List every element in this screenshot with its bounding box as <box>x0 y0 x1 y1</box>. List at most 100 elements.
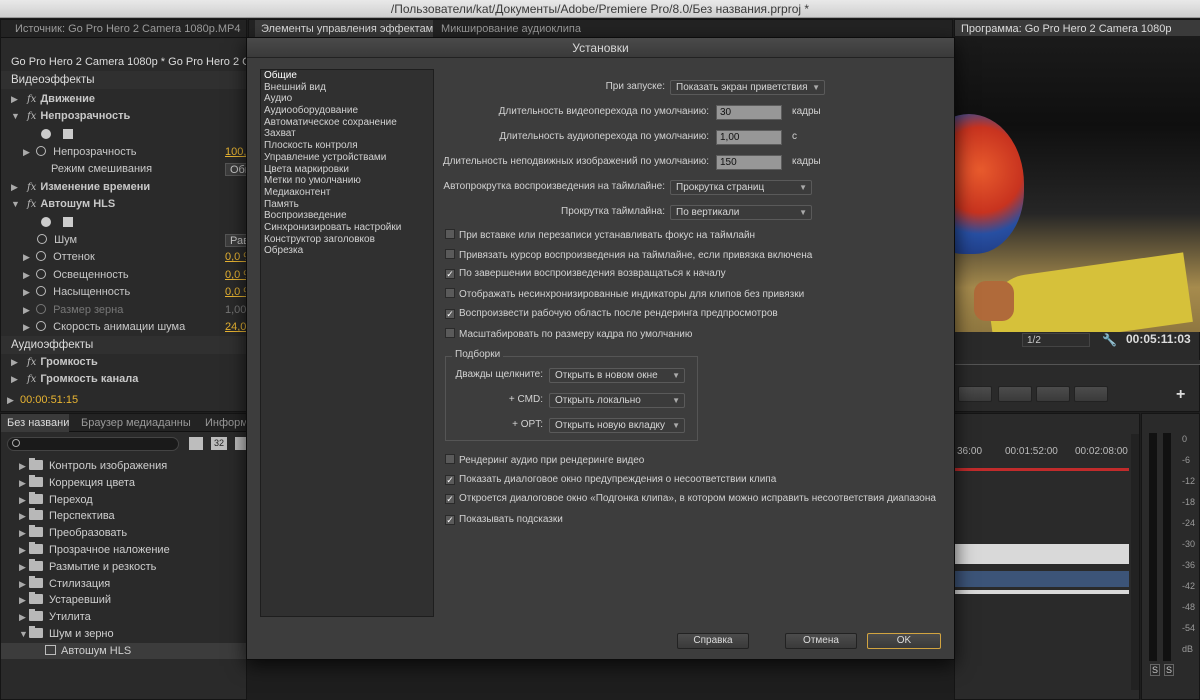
folder-item[interactable]: ▶ Устаревший <box>1 592 247 608</box>
dbl-click-select[interactable]: Открыть в новом окне ▼ <box>549 368 685 383</box>
noise-select[interactable]: Рав <box>225 234 247 247</box>
category-item[interactable]: Аудиооборудование <box>261 105 433 117</box>
scroll-select[interactable]: По вертикали ▼ <box>670 205 812 220</box>
folder-item[interactable]: ▼ Шум и зерно <box>1 626 247 642</box>
expand-icon[interactable]: ▶ <box>11 179 21 196</box>
startup-select[interactable]: Показать экран приветствия ▼ <box>670 80 825 95</box>
expand-icon[interactable]: ▶ <box>23 267 33 284</box>
audio-transition-input[interactable]: 1,00 <box>716 130 782 145</box>
solo-right-button[interactable]: S <box>1164 664 1174 676</box>
fx-icon[interactable]: fx <box>27 199 36 210</box>
effect-item[interactable]: Автошум HLS <box>1 642 247 659</box>
audio-clip[interactable] <box>955 590 1129 594</box>
effect-time-remap[interactable]: ▶ fx Изменение времени <box>1 179 247 196</box>
category-item[interactable]: Память <box>261 199 433 211</box>
category-item[interactable]: Обрезка <box>261 245 433 257</box>
folder-item[interactable]: ▶ Утилита <box>1 609 247 625</box>
add-button-icon[interactable]: + <box>1176 386 1185 404</box>
ok-button[interactable]: OK <box>867 633 941 649</box>
opt-select[interactable]: Открыть новую вкладку ▼ <box>549 418 685 433</box>
folder-item[interactable]: ▶ Размытие и резкость <box>1 558 247 575</box>
category-item[interactable]: Аудио <box>261 93 433 105</box>
checkbox-icon[interactable] <box>445 288 455 298</box>
pref-checkbox[interactable]: При вставке или перезаписи устанавливать… <box>445 229 755 241</box>
stopwatch-icon[interactable] <box>36 146 47 156</box>
folder-item[interactable]: ▶ Контроль изображения <box>1 458 247 474</box>
saturation-value[interactable]: 0,0 % <box>225 284 247 301</box>
tab-info[interactable]: Информ <box>199 414 247 432</box>
expand-icon[interactable]: ▶ <box>23 284 33 301</box>
pref-checkbox[interactable]: ✓ Показывать подсказки <box>445 514 563 526</box>
pref-checkbox[interactable]: ✓ Воспроизвести рабочую область после рен… <box>445 308 778 320</box>
video-transition-input[interactable]: 30 <box>716 105 782 120</box>
pref-checkbox[interactable]: ✓ По завершении воспроизведения возвращат… <box>445 268 726 280</box>
expand-icon[interactable]: ▶ <box>19 592 29 608</box>
folder-item[interactable]: ▶ Перспектива <box>1 508 247 524</box>
hue-value[interactable]: 0,0 % <box>225 249 247 266</box>
effect-hls[interactable]: ▼ fx Автошум HLS <box>1 196 247 213</box>
rect-mask-icon[interactable] <box>63 217 73 227</box>
stopwatch-icon[interactable] <box>36 251 47 261</box>
expand-icon[interactable]: ▶ <box>23 302 33 319</box>
fx-icon[interactable]: fx <box>27 182 36 193</box>
tab-media-browser[interactable]: Браузер медиаданных <box>75 414 191 432</box>
category-item[interactable]: Автоматическое сохранение <box>261 117 433 129</box>
expand-icon[interactable]: ▶ <box>23 144 33 161</box>
timeline-scrollbar[interactable] <box>1131 434 1139 690</box>
stopwatch-icon[interactable] <box>36 286 47 296</box>
cancel-button[interactable]: Отмена <box>785 633 857 649</box>
ec-timecode[interactable]: ▶ 00:00:51:15 <box>1 392 247 409</box>
opacity-value[interactable]: 100,0 <box>225 144 247 161</box>
category-item[interactable]: Метки по умолчанию <box>261 175 433 187</box>
category-item[interactable]: Управление устройствами <box>261 152 433 164</box>
checkmark-icon[interactable]: ✓ <box>445 309 455 319</box>
effect-volume[interactable]: ▶ fx Громкость <box>1 354 247 371</box>
settings-wrench-icon[interactable]: 🔧 <box>1102 333 1117 347</box>
fx-icon[interactable]: fx <box>27 94 36 105</box>
playhead-bar[interactable] <box>954 360 1200 365</box>
category-item[interactable]: Конструктор заголовков <box>261 234 433 246</box>
expand-icon[interactable]: ▶ <box>11 371 21 388</box>
lift-button[interactable] <box>1036 386 1070 402</box>
tab-effect-controls[interactable]: Элементы управления эффектами <box>255 20 433 38</box>
zoom-select[interactable]: 1/2 <box>1022 333 1090 347</box>
pref-checkbox[interactable]: ✓ Показать диалоговое окно предупреждения… <box>445 474 776 486</box>
expand-icon[interactable]: ▶ <box>19 525 29 541</box>
checkmark-icon[interactable]: ✓ <box>445 475 455 485</box>
video-clip[interactable] <box>955 544 1129 564</box>
folder-item[interactable]: ▶ Коррекция цвета <box>1 474 247 491</box>
anim-speed-value[interactable]: 24,0 <box>225 319 246 336</box>
pref-checkbox[interactable]: Отображать несинхронизированные индикато… <box>445 288 804 300</box>
category-list[interactable]: Общие Внешний вид Аудио Аудиооборудование Ав… <box>260 69 434 617</box>
search-input[interactable] <box>7 437 179 451</box>
checkmark-icon[interactable]: ✓ <box>445 494 455 504</box>
category-item[interactable]: Медиаконтент <box>261 187 433 199</box>
blend-mode-select[interactable]: Обы <box>225 163 247 176</box>
autoscroll-select[interactable]: Прокрутка страниц ▼ <box>670 180 812 195</box>
category-item[interactable]: Воспроизведение <box>261 210 433 222</box>
ellipse-mask-icon[interactable] <box>41 129 51 139</box>
tab-project[interactable]: Без названия <box>1 414 69 432</box>
checkbox-icon[interactable] <box>445 249 455 259</box>
fx-icon[interactable]: fx <box>27 357 36 368</box>
collapse-icon[interactable]: ▼ <box>11 196 21 213</box>
solo-left-button[interactable]: S <box>1150 664 1160 676</box>
collapse-icon[interactable]: ▼ <box>11 108 21 125</box>
tab-source[interactable]: Источник: Go Pro Hero 2 Camera 1080p.MP4 <box>9 20 249 38</box>
expand-icon[interactable]: ▶ <box>11 354 21 371</box>
folder-item[interactable]: ▶ Переход <box>1 491 247 508</box>
checkbox-icon[interactable] <box>445 229 455 239</box>
expand-icon[interactable]: ▶ <box>23 319 33 336</box>
timeline-ruler[interactable]: 36:00 00:01:52:00 00:02:08:00 <box>955 446 1141 464</box>
tab-audio-mixer[interactable]: Микширование аудиоклипа <box>435 20 605 38</box>
category-item[interactable]: Синхронизировать настройки <box>261 222 433 234</box>
help-button[interactable]: Справка <box>677 633 749 649</box>
effect-channel-volume[interactable]: ▶ fx Громкость канала <box>1 371 247 388</box>
expand-icon[interactable]: ▶ <box>11 91 21 108</box>
ellipse-mask-icon[interactable] <box>41 217 51 227</box>
category-item[interactable]: Цвета маркировки <box>261 164 433 176</box>
folder-item[interactable]: ▶ Прозрачное наложение <box>1 542 247 558</box>
stopwatch-icon[interactable] <box>37 234 47 244</box>
checkmark-icon[interactable]: ✓ <box>445 269 455 279</box>
expand-icon[interactable]: ▶ <box>19 458 29 474</box>
